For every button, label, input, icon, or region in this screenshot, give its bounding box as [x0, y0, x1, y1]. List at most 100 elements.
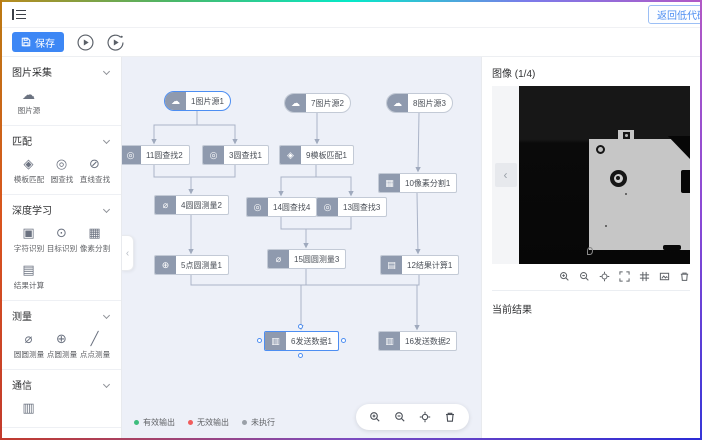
save-button[interactable]: 保存: [12, 32, 64, 52]
module-item-template-match[interactable]: ◈模板匹配: [12, 157, 45, 185]
module-item-char-recognition[interactable]: ▣字符识别: [12, 226, 45, 254]
flow-edge: [197, 125, 235, 143]
flow-node-15[interactable]: ⌀15圆圆测量3: [267, 249, 346, 269]
grid-icon: [639, 271, 650, 282]
run-button[interactable]: [76, 33, 94, 51]
module-item-target-recognition[interactable]: ⊙目标识别: [45, 226, 78, 254]
node-label: 1图片源1: [186, 96, 230, 107]
image-toolbar: [492, 271, 690, 282]
image-fit-button[interactable]: [659, 271, 670, 282]
plate-bottom-slot: [663, 245, 681, 250]
flow-node-13[interactable]: ◎13圆查找3: [316, 197, 387, 217]
module-item-line-find[interactable]: ⊘直线查找: [78, 157, 111, 185]
plate-speck: [625, 193, 627, 195]
module-item-image-source[interactable]: ☁图片源: [12, 88, 45, 116]
module-item-circle-find[interactable]: ◎圆查找: [45, 157, 78, 185]
circle-find-icon: ◎: [247, 198, 268, 216]
module-item-circle-circle-measure[interactable]: ⌀圆圆测量: [12, 332, 45, 360]
flow-node-7[interactable]: ☁7图片源2: [284, 93, 351, 113]
flow-node-10[interactable]: ▦10像素分割1: [378, 173, 457, 193]
sidebar-section: 匹配 ◈模板匹配◎圆查找⊘直线查找: [2, 126, 121, 195]
flow-node-8[interactable]: ☁8图片源3: [386, 93, 453, 113]
image-zoom-out-button[interactable]: [579, 271, 590, 282]
inspection-image[interactable]: [519, 86, 690, 264]
node-label: 15圆圆测量3: [289, 254, 345, 265]
sidebar-section-items: ▥: [12, 401, 111, 418]
sidebar-section-header[interactable]: 测量: [12, 308, 111, 323]
flow-canvas[interactable]: ☁1图片源1☁7图片源2☁8图片源3◎11圆查找2◎3圆查找1◈9模板匹配1▦1…: [122, 57, 481, 438]
flow-node-6[interactable]: ▥6发送数据1: [264, 331, 339, 351]
chevron-down-icon: [103, 381, 110, 388]
result-calc-icon: ▤: [22, 263, 34, 277]
image-zoom-in-button[interactable]: [559, 271, 570, 282]
run-icon: [77, 34, 94, 51]
status-legend: 有效输出无效输出未执行: [134, 417, 275, 428]
module-item-label: 字符识别: [13, 243, 43, 253]
node-label: 11圆查找2: [141, 150, 189, 161]
template-match-icon: ◈: [24, 157, 34, 171]
result-section-title: 当前结果: [492, 301, 690, 316]
top-header: 返回低代码: [2, 2, 700, 28]
flow-node-9[interactable]: ◈9模板匹配1: [279, 145, 354, 165]
node-label: 6发送数据1: [286, 336, 338, 347]
flow-node-5[interactable]: ⊕5点圆测量1: [154, 255, 229, 275]
connection-handle[interactable]: [341, 338, 346, 343]
flow-node-16[interactable]: ▥16发送数据2: [378, 331, 457, 351]
run-once-button[interactable]: [106, 33, 124, 51]
module-item-label: 像素分割: [79, 243, 109, 253]
module-item-send-data[interactable]: ▥: [12, 401, 45, 418]
line-find-icon: ⊘: [89, 157, 100, 171]
back-to-lowcode-button[interactable]: 返回低代码: [648, 5, 700, 24]
module-item-pixel-segmentation[interactable]: ▦ 像素分割: [78, 226, 111, 254]
flow-node-11[interactable]: ◎11圆查找2: [122, 145, 190, 165]
prev-image-button[interactable]: ‹: [495, 163, 517, 187]
flow-node-12[interactable]: ▤12结果计算1: [380, 255, 459, 275]
sidebar-section-header[interactable]: 匹配: [12, 133, 111, 148]
canvas-locate-button[interactable]: [419, 411, 431, 423]
plate-speck: [605, 225, 607, 227]
node-label: 14圆查找4: [268, 202, 316, 213]
legend-item: 有效输出: [134, 417, 175, 428]
module-item-label: 结果计算: [13, 280, 43, 290]
sidebar-section-header[interactable]: 通信: [12, 377, 111, 392]
sidebar-section-header[interactable]: 深度学习: [12, 202, 111, 217]
module-item-label: 圆查找: [50, 174, 73, 184]
circle-find-icon: ◎: [203, 146, 224, 164]
pixel-segmentation-icon: ▦: [88, 226, 100, 240]
image-grid-button[interactable]: [639, 271, 650, 282]
legend-label: 有效输出: [143, 417, 175, 428]
result-calc-icon: ▤: [381, 256, 402, 274]
sidebar-section-header[interactable]: 图片采集: [12, 64, 111, 79]
flow-node-3[interactable]: ◎3圆查找1: [202, 145, 269, 165]
connection-handle[interactable]: [257, 338, 262, 343]
flow-node-1[interactable]: ☁1图片源1: [164, 91, 231, 111]
image-fullscreen-button[interactable]: [619, 271, 630, 282]
flow-edges: [122, 57, 481, 438]
module-item-result-calc[interactable]: ▤ 结果计算: [12, 263, 45, 291]
flow-edge: [154, 111, 197, 143]
menu-icon[interactable]: [12, 9, 26, 20]
legend-dot: [134, 420, 139, 425]
flow-node-14[interactable]: ◎14圆查找4: [246, 197, 317, 217]
flow-edge: [417, 193, 418, 253]
canvas-zoom-out-button[interactable]: [394, 411, 406, 423]
canvas-zoom-in-button[interactable]: [369, 411, 381, 423]
image-nav-strip: ‹: [492, 86, 519, 264]
circle-circle-measure-icon: ⌀: [155, 196, 176, 214]
toolbar: 保存: [2, 28, 700, 57]
legend-label: 未执行: [251, 417, 275, 428]
module-item-point-circle-measure[interactable]: ⊕点圆测量: [45, 332, 78, 360]
canvas-clear-button[interactable]: [444, 411, 456, 423]
flow-edge: [418, 113, 419, 171]
image-delete-button[interactable]: [679, 271, 690, 282]
chevron-down-icon: [103, 137, 110, 144]
flow-edge: [191, 275, 419, 285]
image-locate-button[interactable]: [599, 271, 610, 282]
flow-node-4[interactable]: ⌀4圆圆测量2: [154, 195, 229, 215]
sidebar-section: 通信 ▥: [2, 370, 121, 428]
save-icon: [21, 37, 31, 47]
module-item-point-point-measure[interactable]: ╱点点测量: [78, 332, 111, 360]
sidebar-section: 测量 ⌀圆圆测量⊕点圆测量╱点点测量: [2, 301, 121, 370]
sidebar-section-title: 图片采集: [12, 64, 52, 79]
sidebar-collapse-handle[interactable]: ‹: [122, 235, 134, 271]
